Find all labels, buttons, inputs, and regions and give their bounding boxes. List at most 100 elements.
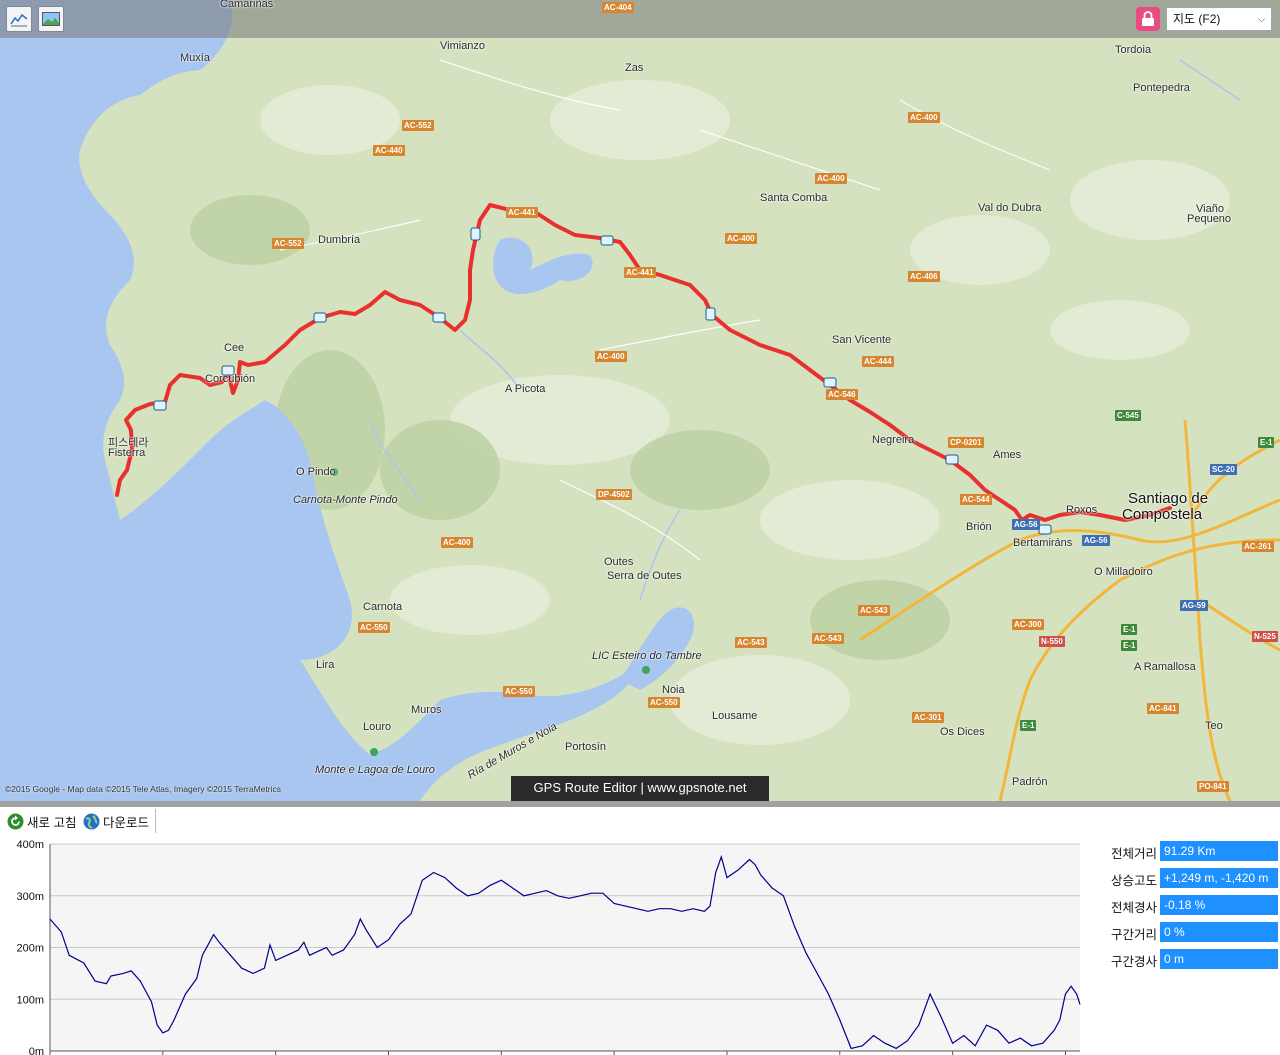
road-label: AC-261 [1242, 541, 1274, 552]
place-label: Lousame [712, 710, 758, 722]
road-label: N-550 [1039, 636, 1065, 647]
place-label: Brión [966, 521, 992, 533]
road-label: AC-441 [506, 207, 538, 218]
road-label: AC-406 [908, 271, 940, 282]
stat-label: 구간거리 [1110, 928, 1157, 942]
map-type-select[interactable]: 지도 (F2) ⌵ [1166, 7, 1272, 31]
road-label: CP-0201 [948, 437, 984, 448]
place-label: Muros [411, 704, 442, 716]
road-label: AC-550 [358, 622, 390, 633]
road-label: AC-441 [624, 267, 656, 278]
refresh-icon [7, 813, 24, 829]
road-label: PO-841 [1197, 781, 1229, 792]
place-label: Outes [604, 556, 634, 568]
place-label: A Picota [505, 383, 546, 395]
y-tick-label: 300m [16, 891, 44, 903]
place-label: Cee [224, 342, 245, 354]
map-type-value: 지도 (F2) [1173, 12, 1221, 26]
road-label: AG-56 [1012, 519, 1040, 530]
road-label: AC-544 [960, 494, 992, 505]
place-label: Pontepedra [1133, 82, 1190, 94]
road-label: AG-59 [1180, 600, 1208, 611]
y-tick-label: 200m [16, 943, 44, 955]
road-label: C-545 [1115, 410, 1141, 421]
map-copyright: ©2015 Google - Map data ©2015 Tele Atlas… [5, 784, 281, 794]
map-view[interactable]: 지도 (F2) ⌵ Camariñas Muxía Vimianzo Zas Tordo… [0, 0, 1280, 801]
place-label: Lira [316, 659, 335, 671]
road-label: AC-400 [595, 351, 627, 362]
place-label: Os Dices [940, 726, 985, 738]
chart-icon [10, 13, 28, 27]
road-label: AC-440 [373, 145, 405, 156]
toolbar-divider [155, 809, 156, 833]
place-label: Portosín [565, 741, 606, 753]
panel-splitter[interactable] [0, 801, 1280, 807]
refresh-label: 새로 고침 [27, 815, 77, 830]
stat-value: 91.29 Km [1160, 841, 1278, 861]
elevation-chart[interactable]: 0m100m200m300m400m 0m10Km20Km30Km40Km50K… [0, 834, 1095, 1055]
download-button[interactable]: 다운로드 [83, 811, 149, 831]
place-label: Padrón [1012, 776, 1048, 788]
road-label: AG-56 [1082, 535, 1110, 546]
chevron-down-icon: ⌵ [1258, 14, 1265, 24]
road-label: E-1 [1020, 720, 1037, 731]
download-label: 다운로드 [103, 815, 150, 830]
place-label: Pequeno [1187, 213, 1232, 225]
road-label: AC-404 [602, 2, 634, 13]
stat-label: 상승고도 [1110, 874, 1157, 888]
place-label: Camariñas [220, 0, 274, 10]
road-label: SC-20 [1210, 464, 1237, 475]
road-label: AC-301 [912, 712, 944, 723]
place-label: O Pindo [296, 466, 336, 478]
place-label: Carnota-Monte Pindo [293, 494, 398, 506]
place-label: Louro [363, 721, 392, 733]
road-label: AC-300 [1012, 619, 1044, 630]
lock-icon [1142, 11, 1154, 26]
y-tick-label: 100m [16, 994, 44, 1006]
road-label: AC-400 [441, 537, 473, 548]
place-label: Bertamiráns [1013, 537, 1073, 549]
road-label: AC-543 [858, 605, 890, 616]
road-label: AC-444 [862, 356, 894, 367]
place-label: Compostela [1122, 506, 1203, 523]
stat-value: +1,249 m, -1,420 m [1160, 868, 1278, 888]
place-label: Negreira [872, 434, 915, 446]
place-label: A Ramallosa [1134, 661, 1196, 673]
road-label: AC-543 [812, 633, 844, 644]
place-label: Serra de Outes [607, 570, 682, 582]
lock-button[interactable] [1136, 7, 1160, 31]
refresh-button[interactable]: 새로 고침 [7, 811, 76, 831]
place-label: Monte e Lagoa de Louro [315, 764, 435, 776]
elevation-panel: 새로 고침 다운로드 0m100m200m300m400m 0m10Km20Km… [0, 801, 1280, 1055]
stat-value: -0.18 % [1160, 895, 1278, 915]
road-label: N-525 [1252, 631, 1278, 642]
stat-label: 전체거리 [1110, 847, 1157, 861]
place-label: Zas [625, 62, 644, 74]
place-label: Ames [993, 449, 1022, 461]
road-label: E-1 [1121, 640, 1138, 651]
road-label: AC-550 [503, 686, 535, 697]
road-label: DP-4502 [596, 489, 632, 500]
place-label: LIC Esteiro do Tambre [592, 650, 702, 662]
place-label: Santa Comba [760, 192, 828, 204]
place-label: Tordoia [1115, 44, 1152, 56]
stat-label: 전체경사 [1110, 901, 1157, 915]
road-label: AC-400 [725, 233, 757, 244]
map-terrain [0, 0, 1280, 801]
road-label: AC-552 [402, 120, 434, 131]
place-label: Vimianzo [440, 40, 486, 52]
road-label: E-1 [1121, 624, 1138, 635]
stat-value: 0 % [1160, 922, 1278, 942]
place-label: Muxía [180, 52, 210, 64]
place-label: Santiago de [1128, 490, 1209, 507]
road-label: AC-400 [908, 112, 940, 123]
place-label: Fisterra [108, 447, 146, 459]
place-label: Noia [662, 684, 685, 696]
road-label: AC-550 [648, 697, 680, 708]
elevation-chart-button[interactable] [6, 6, 32, 32]
road-label: AC-543 [735, 637, 767, 648]
image-view-button[interactable] [38, 6, 64, 32]
place-label: San Vicente [832, 334, 892, 346]
place-label: Val do Dubra [978, 202, 1042, 214]
road-label: AC-546 [826, 389, 858, 400]
